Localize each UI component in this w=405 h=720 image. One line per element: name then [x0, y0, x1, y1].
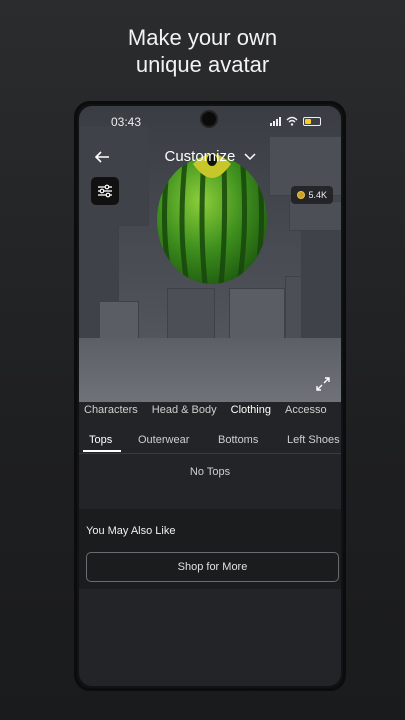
tab-accessories[interactable]: Accesso: [285, 404, 327, 426]
customize-dropdown[interactable]: Customize: [79, 148, 341, 165]
expand-icon[interactable]: [315, 376, 331, 392]
scene-floor: [79, 338, 341, 402]
top-bar: Customize: [79, 146, 341, 170]
shop-for-more-button[interactable]: Shop for More: [86, 552, 339, 582]
battery-icon: [303, 116, 321, 126]
status-time: 03:43: [111, 115, 142, 129]
signal-icon: [270, 116, 281, 126]
avatar-scene[interactable]: 03:43 Customize 5.4K: [79, 106, 341, 402]
phone-frame: 03:43 Customize 5.4K Characters Head & B…: [74, 101, 346, 691]
subcategory-tabs: Tops Outerwear Bottoms Left Shoes: [79, 428, 341, 454]
tab-characters[interactable]: Characters: [84, 404, 138, 426]
tab-clothing[interactable]: Clothing: [231, 404, 271, 426]
headline-line-2: unique avatar: [135, 52, 270, 77]
subtab-bottoms[interactable]: Bottoms: [218, 434, 258, 446]
category-tabs: Characters Head & Body Clothing Accesso: [79, 404, 341, 426]
subtab-outerwear[interactable]: Outerwear: [138, 434, 189, 446]
subtab-tops[interactable]: Tops: [89, 434, 112, 446]
subtab-left-shoes[interactable]: Left Shoes: [287, 434, 340, 446]
scene-block: [289, 201, 341, 231]
status-bar: 03:43: [79, 114, 341, 130]
promo-headline: Make your own unique avatar: [0, 24, 405, 78]
wifi-icon: [286, 116, 298, 126]
headline-line-1: Make your own: [127, 25, 278, 50]
recommendations-section: You May Also Like Shop for More: [79, 509, 341, 589]
sliders-icon: [98, 184, 112, 198]
empty-state-text: No Tops: [189, 466, 231, 478]
filter-button[interactable]: [91, 177, 119, 205]
scene-block: [79, 126, 149, 226]
active-tab-indicator: [83, 450, 121, 452]
robux-balance[interactable]: 5.4K: [291, 186, 333, 204]
robux-coin-icon: [297, 191, 306, 199]
recommendations-title: You May Also Like: [86, 525, 176, 537]
content-area: [79, 589, 341, 686]
app-screen: 03:43 Customize 5.4K Characters Head & B…: [79, 106, 341, 686]
robux-amount: 5.4K: [308, 190, 327, 200]
page-title: Customize: [164, 148, 236, 165]
tab-head-and-body[interactable]: Head & Body: [152, 404, 217, 426]
chevron-down-icon: [243, 153, 256, 161]
